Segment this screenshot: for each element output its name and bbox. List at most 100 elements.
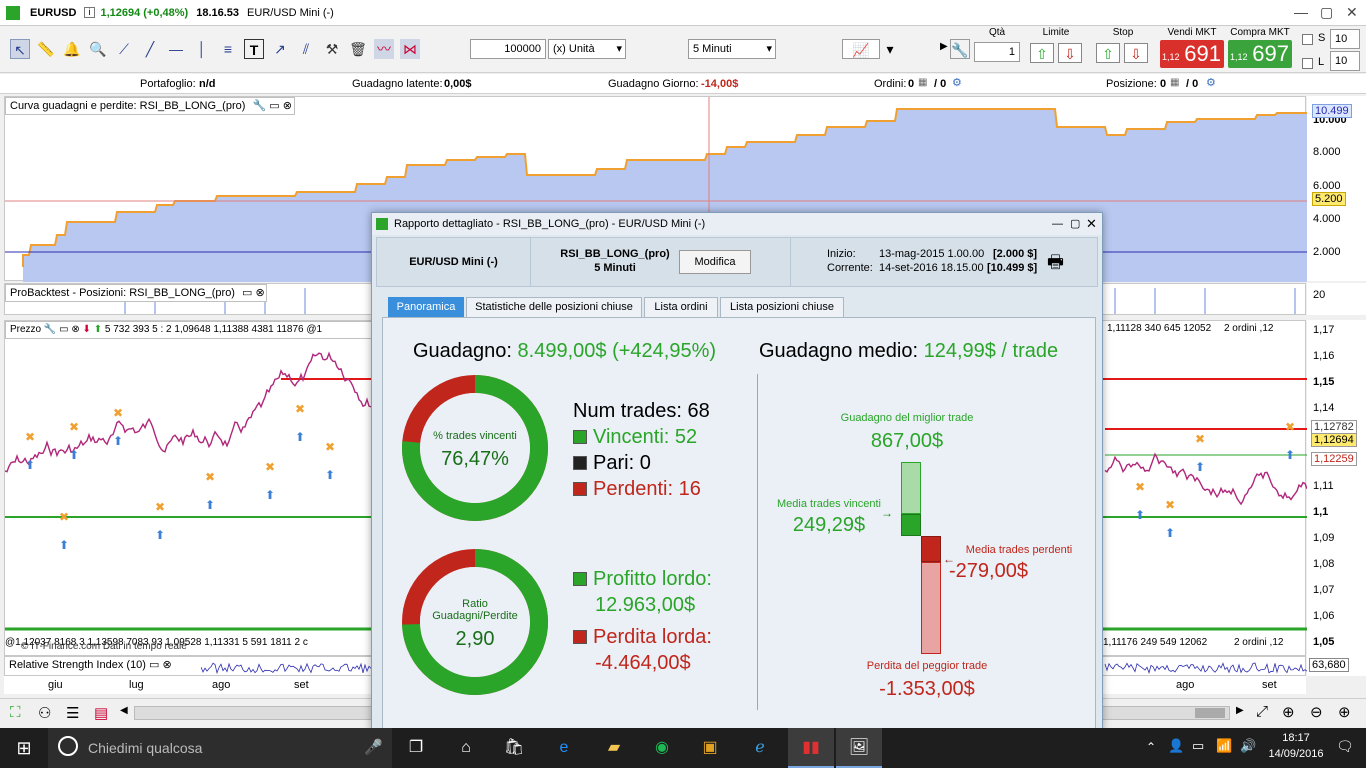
tab-closed-stats[interactable]: Statistiche delle posizioni chiuse <box>466 297 642 317</box>
zoom-in-icon[interactable]: ⊕ <box>1338 703 1351 721</box>
spotify-icon[interactable]: ◉ <box>650 736 674 760</box>
line-segment-icon[interactable]: ⟋ <box>114 39 134 59</box>
microphone-icon[interactable]: 🎤 <box>364 738 383 756</box>
alarm-bell-icon[interactable]: 🔔 <box>62 39 82 59</box>
edge-browser-icon[interactable]: e <box>552 736 576 760</box>
position-detail-icon[interactable]: ▦ <box>1170 77 1179 88</box>
internet-explorer-icon[interactable]: ℯ <box>748 736 772 760</box>
position-label: Posizione: <box>1106 78 1157 90</box>
close-icon[interactable]: ✕ <box>1086 213 1097 235</box>
price-axis-tick: 1,17 <box>1313 324 1335 336</box>
text-tool-icon[interactable]: T <box>244 39 264 59</box>
orders-settings-icon[interactable]: ⚙ <box>952 76 962 89</box>
dialog-titlebar[interactable]: Rapporto dettagliato - RSI_BB_LONG_(pro)… <box>372 213 1102 235</box>
quantity-input[interactable]: 100000 <box>470 39 546 59</box>
vertical-line-icon[interactable]: │ <box>192 39 212 59</box>
losers-label: Perdenti: <box>593 478 674 500</box>
list-icon[interactable]: ☰ <box>66 704 79 722</box>
tab-orders[interactable]: Lista ordini <box>644 297 718 317</box>
zoom-out-icon[interactable]: ⊖ <box>1310 703 1323 721</box>
arrow-up-icon[interactable]: ⬆ <box>94 324 102 335</box>
task-view-icon[interactable]: ❐ <box>404 736 428 760</box>
stop-loss-input[interactable]: 10 <box>1330 29 1360 49</box>
minimize-icon[interactable]: — <box>1052 213 1063 235</box>
scrollbar-thumb[interactable] <box>1195 708 1225 718</box>
tools-icon[interactable]: ⚒ <box>322 39 342 59</box>
arrow-tool-icon[interactable]: ↗ <box>270 39 290 59</box>
person-settings-icon[interactable]: ⚇ <box>38 704 51 722</box>
close-circle-icon[interactable]: ⊗ <box>71 324 79 335</box>
window-icon[interactable]: ▭ <box>269 100 279 112</box>
wave-tool-icon[interactable]: 〰 <box>374 39 394 59</box>
scroll-left-arrow[interactable]: ◀ <box>120 705 128 716</box>
notes-icon[interactable]: ▣ <box>698 736 722 760</box>
zoom-reset-icon[interactable]: ⊕ <box>1282 703 1295 721</box>
zoom-icon[interactable]: 🔍 <box>88 39 108 59</box>
sell-market-button[interactable]: 1,12 691 <box>1160 40 1224 68</box>
minimize-icon[interactable]: — <box>1294 4 1308 20</box>
take-profit-checkbox[interactable] <box>1302 58 1313 69</box>
store-icon[interactable]: 🛍 <box>502 736 526 760</box>
tab-closed-positions[interactable]: Lista posizioni chiuse <box>720 297 844 317</box>
buy-market-button[interactable]: 1,12 697 <box>1228 40 1292 68</box>
wrench-icon[interactable]: 🔧 <box>252 100 266 112</box>
delete-icon[interactable]: 🗑 <box>348 39 368 59</box>
dialog-header: EUR/USD Mini (-) RSI_BB_LONG_(pro) 5 Min… <box>376 237 1098 287</box>
layout-icon[interactable]: ▤ <box>94 704 108 722</box>
stop-sell-icon[interactable]: ⇩ <box>1124 43 1148 63</box>
battery-icon[interactable]: ▭ <box>1192 738 1204 754</box>
close-circle-icon[interactable]: ⊗ <box>283 100 292 112</box>
arrow-down-icon[interactable]: ⬇ <box>83 324 91 335</box>
take-profit-input[interactable]: 10 <box>1330 51 1360 71</box>
volume-icon[interactable]: 🔊 <box>1240 738 1256 754</box>
pattern-tool-icon[interactable]: ⋈ <box>400 39 420 59</box>
close-circle-icon[interactable]: ⊗ <box>163 659 172 671</box>
trend-line-icon[interactable]: ╱ <box>140 39 160 59</box>
expand-arrow-icon[interactable]: ▶ <box>940 41 948 52</box>
qta-input[interactable]: 1 <box>974 42 1020 62</box>
photos-task[interactable]: 🖼 <box>836 728 882 768</box>
taskbar-search[interactable]: Chiedimi qualcosa 🎤 <box>48 728 392 768</box>
limit-buy-icon[interactable]: ⇧ <box>1030 43 1054 63</box>
stop-loss-checkbox[interactable] <box>1302 34 1313 45</box>
ruler-icon[interactable]: 📏 <box>36 39 56 59</box>
chart-add-icon[interactable]: ⛶ <box>10 704 21 721</box>
fibonacci-icon[interactable]: ≡ <box>218 39 238 59</box>
channel-tool-icon[interactable]: ⫽ <box>296 39 316 59</box>
info-icon[interactable]: i <box>84 7 95 18</box>
network-icon[interactable]: 📶 <box>1216 738 1232 754</box>
wrench-icon[interactable]: 🔧 <box>44 324 56 335</box>
home-icon[interactable]: ⌂ <box>454 736 478 760</box>
scroll-right-arrow[interactable]: ▶ <box>1236 705 1244 716</box>
notifications-icon[interactable]: 🗨 <box>1336 738 1354 755</box>
fit-chart-icon[interactable]: ⤢ <box>1256 703 1268 720</box>
wrench-icon[interactable]: 🔧 <box>950 39 970 59</box>
prorealtime-task[interactable]: ▮▮ <box>788 728 834 768</box>
close-icon[interactable]: ✕ <box>1346 4 1358 21</box>
position-total: / 0 <box>1186 78 1199 90</box>
windows-start-icon[interactable]: ⊞ <box>12 736 36 760</box>
modify-button[interactable]: Modifica <box>679 250 751 274</box>
tray-up-arrow-icon[interactable]: ⌃ <box>1146 740 1156 754</box>
tab-overview[interactable]: Panoramica <box>388 297 464 317</box>
horizontal-line-icon[interactable]: — <box>166 39 186 59</box>
window-icon[interactable]: ▭ <box>59 324 68 335</box>
window-icon[interactable]: ▭ <box>149 659 159 671</box>
limit-sell-icon[interactable]: ⇩ <box>1058 43 1082 63</box>
orders-detail-icon[interactable]: ▦ <box>918 77 927 88</box>
people-icon[interactable]: 👤 <box>1168 738 1184 754</box>
position-settings-icon[interactable]: ⚙ <box>1206 76 1216 89</box>
timeframe-select[interactable]: 5 Minuti ▾ <box>688 39 776 59</box>
file-explorer-icon[interactable]: ▰ <box>602 736 626 760</box>
print-icon[interactable]: 🖶 <box>1047 250 1064 280</box>
pointer-tool-icon[interactable]: ↖ <box>10 39 30 59</box>
close-circle-icon[interactable]: ⊗ <box>256 287 265 299</box>
timeframe-select-value: 5 Minuti <box>693 43 732 55</box>
maximize-icon[interactable]: ▢ <box>1320 4 1333 21</box>
unit-select[interactable]: (x) Unità ▾ <box>548 39 626 59</box>
stop-buy-icon[interactable]: ⇧ <box>1096 43 1120 63</box>
add-indicator-icon[interactable]: 📈 <box>842 39 880 59</box>
chevron-down-icon[interactable]: ▾ <box>880 39 900 59</box>
maximize-icon[interactable]: ▢ <box>1070 213 1080 235</box>
window-icon[interactable]: ▭ <box>242 287 252 299</box>
